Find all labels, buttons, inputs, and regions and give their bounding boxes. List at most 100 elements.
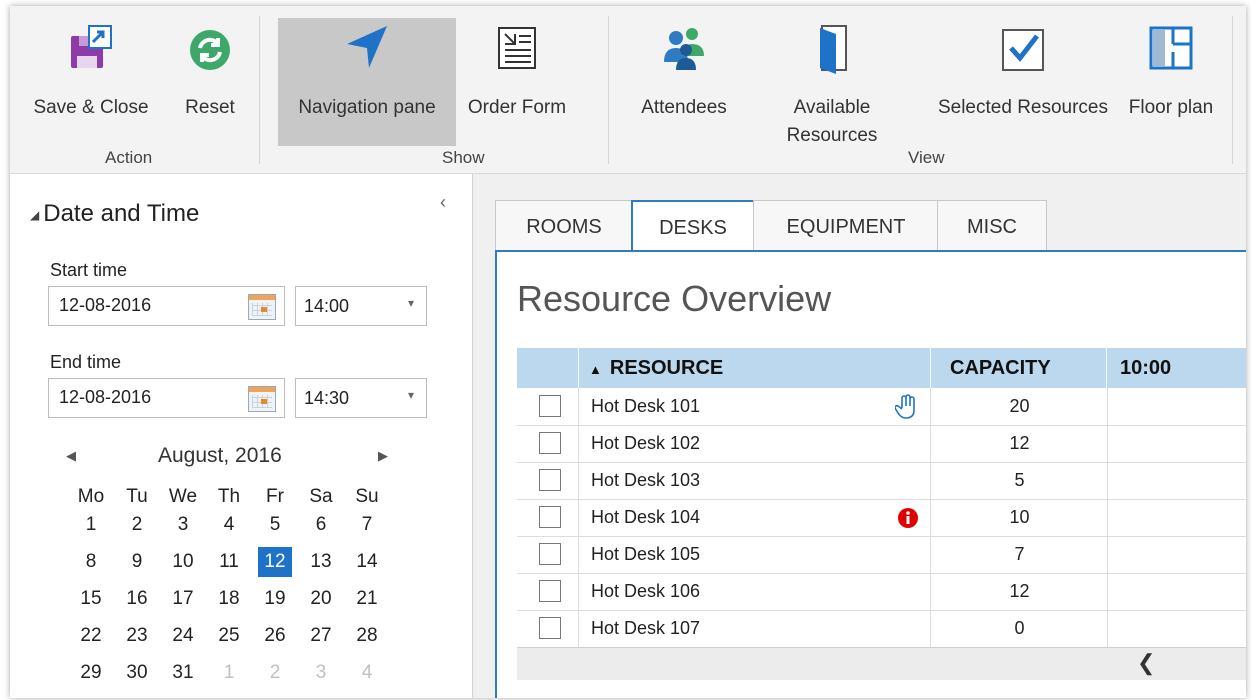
time-slot-cell[interactable] [1108,462,1246,499]
capacity-cell: 20 [932,388,1108,425]
calendar-day[interactable]: 21 [344,584,390,621]
collapse-pane-icon[interactable]: ‹ [440,192,446,213]
row-checkbox[interactable] [539,617,561,639]
select-all-header[interactable] [517,348,579,388]
calendar-day[interactable]: 28 [344,621,390,658]
calendar-day[interactable]: 3 [160,510,206,547]
time-slot-cell[interactable] [1108,499,1246,536]
selected-resources-button[interactable]: Selected Resources [930,18,1116,146]
calendar-day[interactable]: 24 [160,621,206,658]
calendar-day[interactable]: 17 [160,584,206,621]
page-title: Resource Overview [517,278,832,319]
calendar-day[interactable]: 30 [114,658,160,695]
calendar-day[interactable]: 4 [206,510,252,547]
previous-month-icon[interactable]: ◀ [66,448,76,464]
calendar-icon[interactable] [248,386,276,412]
table-row[interactable]: Hot Desk 103 5 [517,462,1246,500]
reset-button[interactable]: Reset [170,18,250,146]
grid-header: ▲ RESOURCE CAPACITY 10:00 [517,348,1246,388]
save-close-button[interactable]: Save & Close [28,18,154,146]
next-month-icon[interactable]: ▶ [378,448,388,464]
time-slot-cell[interactable] [1108,573,1246,610]
resource-cell: Hot Desk 105 [579,536,931,573]
checkbox-icon [1002,29,1044,71]
end-time-select[interactable]: 14:30 ▾ [295,378,427,418]
horizontal-scrollbar[interactable]: ❮ [517,647,1246,680]
table-row[interactable]: Hot Desk 105 7 [517,536,1246,574]
calendar-day[interactable]: 8 [68,547,114,584]
row-checkbox[interactable] [539,506,561,528]
navigation-pane-button[interactable]: Navigation pane [278,18,456,146]
row-checkbox[interactable] [539,432,561,454]
calendar-day[interactable]: 6 [298,510,344,547]
floor-plan-button[interactable]: Floor plan [1118,18,1224,146]
month-name: August, 2016 [158,444,282,467]
end-date-field[interactable]: 12-08-2016 [48,378,285,418]
calendar-icon[interactable] [248,294,276,320]
calendar-day[interactable]: 27 [298,621,344,658]
calendar-day[interactable]: 29 [68,658,114,695]
tab-rooms[interactable]: ROOMS [495,200,633,251]
ribbon-separator [608,16,609,164]
calendar-day[interactable]: 5 [252,510,298,547]
row-checkbox[interactable] [539,395,561,417]
table-row[interactable]: Hot Desk 107 0 [517,610,1246,648]
tab-equipment[interactable]: EQUIPMENT [753,200,939,251]
calendar-day[interactable]: 10 [160,547,206,584]
time-slot-cell[interactable] [1108,610,1246,647]
start-date-field[interactable]: 12-08-2016 [48,286,285,326]
hand-icon[interactable] [895,394,919,420]
calendar-day[interactable]: 11 [206,547,252,584]
time-slot-cell[interactable] [1108,425,1246,462]
row-checkbox[interactable] [539,580,561,602]
calendar-day[interactable]: 20 [298,584,344,621]
table-row[interactable]: Hot Desk 104 10 [517,499,1246,537]
calendar-day[interactable]: 2 [114,510,160,547]
calendar-day[interactable]: 16 [114,584,160,621]
start-time-select[interactable]: 14:00 ▾ [295,286,427,326]
table-row[interactable]: Hot Desk 101 20 [517,388,1246,426]
row-checkbox[interactable] [539,543,561,565]
order-form-button[interactable]: Order Form [458,18,576,146]
calendar-day[interactable]: 26 [252,621,298,658]
calendar-day[interactable]: 31 [160,658,206,695]
calendar-day[interactable]: 18 [206,584,252,621]
table-row[interactable]: Hot Desk 102 12 [517,425,1246,463]
collapse-triangle-icon: ◢ [30,207,40,222]
calendar-day-next-month[interactable]: 4 [344,658,390,695]
calendar-day[interactable]: 19 [252,584,298,621]
available-resources-button[interactable]: Available Resources [770,18,894,146]
date-time-section-header[interactable]: ◢ Date and Time [30,200,199,228]
ribbon: Save & Close Reset Navigation pane Order… [10,6,1246,174]
tab-misc[interactable]: MISC [937,200,1047,251]
calendar-day-next-month[interactable]: 3 [298,658,344,695]
resource-column-header[interactable]: ▲ RESOURCE [579,348,931,388]
calendar-day[interactable]: 9 [114,547,160,584]
calendar-day[interactable]: 7 [344,510,390,547]
row-checkbox[interactable] [539,469,561,491]
calendar-header: ◀ August, 2016 ▶ [48,444,388,474]
time-slot-cell[interactable] [1108,536,1246,573]
calendar-day[interactable]: 25 [206,621,252,658]
info-icon[interactable] [897,507,919,529]
time-column-header[interactable]: 10:00 [1108,348,1246,388]
calendar-day[interactable]: 23 [114,621,160,658]
save-close-label: Save & Close [33,97,149,118]
reset-icon [190,30,230,70]
time-slot-cell[interactable] [1108,388,1246,425]
attendees-button[interactable]: Attendees [628,18,740,146]
calendar-day[interactable]: 1 [68,510,114,547]
tab-desks[interactable]: DESKS [631,200,755,254]
calendar-day-next-month[interactable]: 2 [252,658,298,695]
calendar-day[interactable]: 13 [298,547,344,584]
table-row[interactable]: Hot Desk 106 12 [517,573,1246,611]
calendar-day[interactable]: 22 [68,621,114,658]
calendar-day[interactable]: 14 [344,547,390,584]
sort-ascending-icon: ▲ [589,362,602,377]
calendar-day-next-month[interactable]: 1 [206,658,252,695]
scroll-left-icon[interactable]: ❮ [1137,650,1155,676]
capacity-column-header[interactable]: CAPACITY [932,348,1107,388]
floor-plan-label: Floor plan [1128,97,1214,118]
calendar-day[interactable]: 15 [68,584,114,621]
calendar-day-selected[interactable]: 12 [252,547,298,584]
